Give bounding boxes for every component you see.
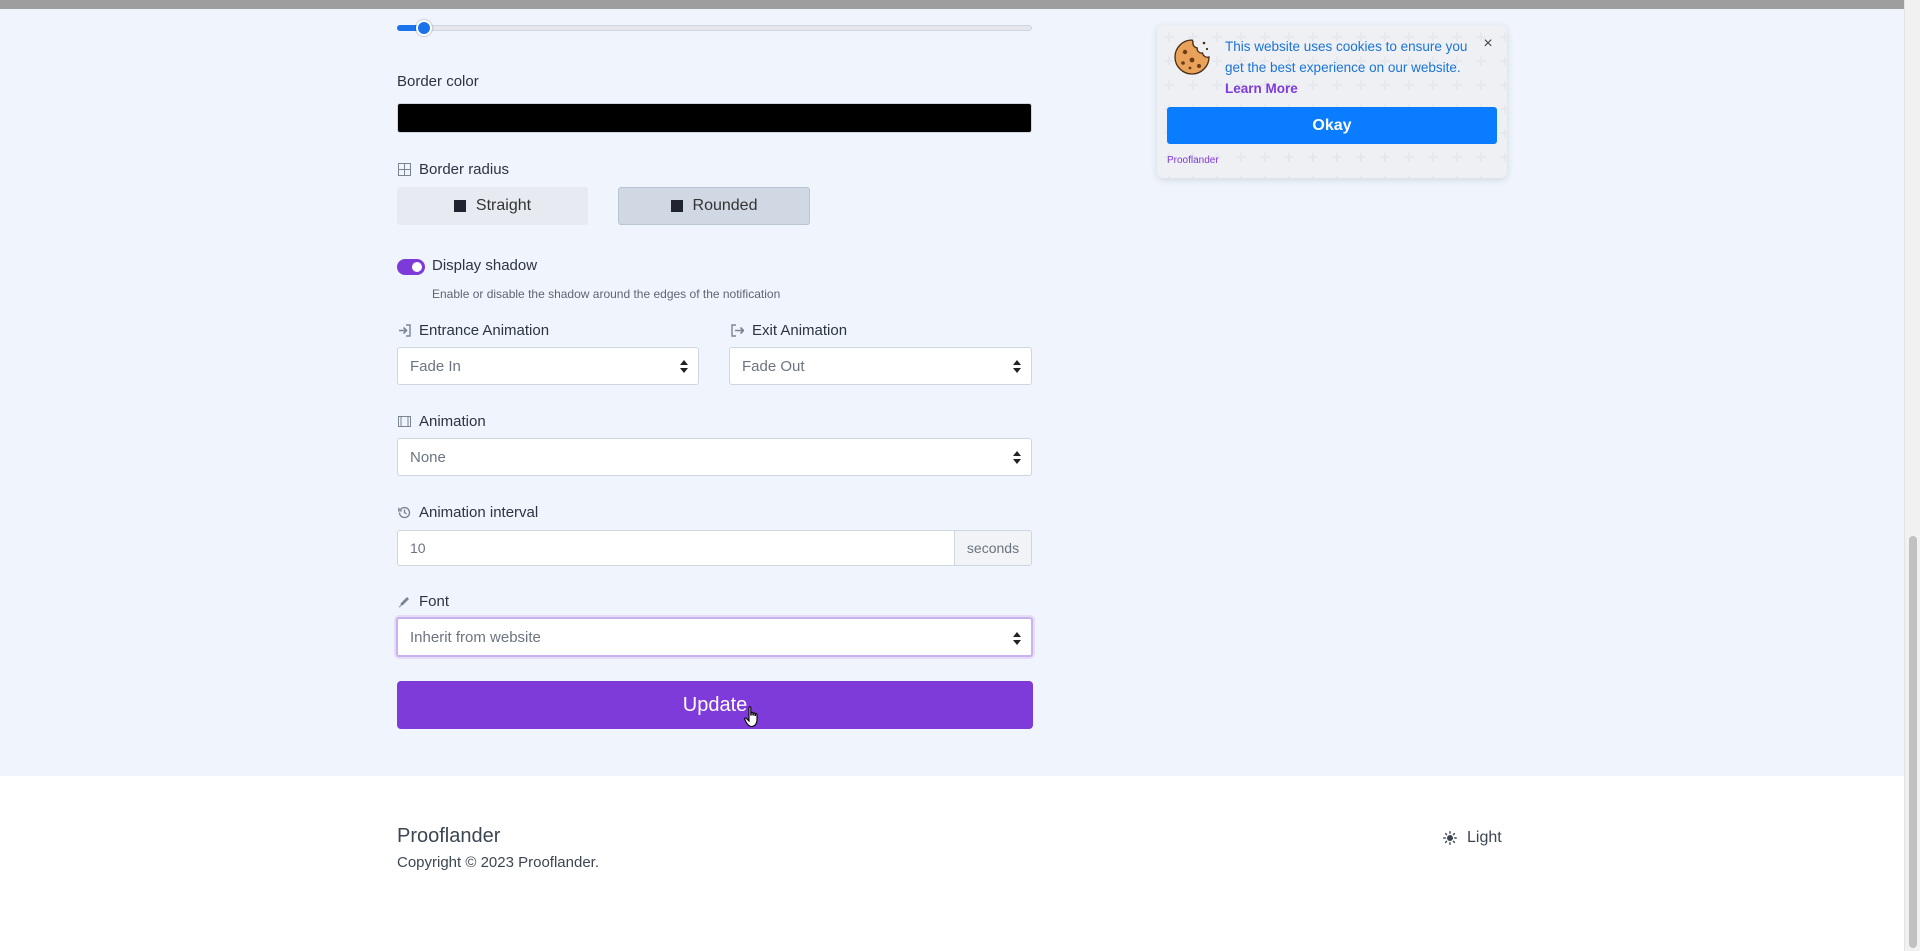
entrance-animation-select[interactable]: Fade In bbox=[397, 347, 699, 385]
border-radius-straight-button[interactable]: Straight bbox=[397, 187, 588, 225]
top-strip bbox=[0, 0, 1920, 9]
exit-animation-label-text: Exit Animation bbox=[752, 322, 848, 339]
animation-label-text: Animation bbox=[419, 413, 486, 430]
footer-copyright: Copyright © 2023 Prooflander. bbox=[397, 854, 600, 871]
font-label-text: Font bbox=[419, 593, 450, 610]
border-color-input[interactable] bbox=[397, 103, 1032, 133]
entrance-animation-value: Fade In bbox=[410, 357, 461, 375]
cookie-icon bbox=[1174, 39, 1210, 75]
history-icon bbox=[397, 506, 411, 520]
rounded-label: Rounded bbox=[692, 197, 758, 214]
select-caret-icon bbox=[680, 359, 688, 375]
exit-animation-value: Fade Out bbox=[742, 357, 805, 375]
slider-thumb[interactable] bbox=[416, 20, 432, 36]
cookie-message: This website uses cookies to ensure you … bbox=[1225, 36, 1483, 99]
sun-icon bbox=[1443, 831, 1457, 845]
cookie-message-text: This website uses cookies to ensure you … bbox=[1225, 39, 1468, 75]
film-icon bbox=[397, 415, 411, 429]
cookie-brand-link[interactable]: Prooflander bbox=[1167, 155, 1219, 166]
cookie-okay-button[interactable]: Okay bbox=[1167, 107, 1497, 144]
select-caret-icon bbox=[1013, 359, 1021, 375]
slider-track bbox=[397, 25, 1032, 31]
display-shadow-label: Display shadow bbox=[432, 257, 537, 274]
display-shadow-toggle[interactable] bbox=[397, 259, 425, 275]
cookie-notification: This website uses cookies to ensure you … bbox=[1157, 25, 1507, 178]
border-radius-label: Border radius bbox=[397, 161, 509, 178]
font-value: Inherit from website bbox=[410, 628, 541, 646]
footer-brand: Prooflander bbox=[397, 825, 501, 847]
square-icon bbox=[670, 200, 683, 212]
animation-interval-value: 10 bbox=[410, 540, 426, 556]
learn-more-link[interactable]: Learn More bbox=[1225, 81, 1298, 96]
select-caret-icon bbox=[1013, 631, 1021, 647]
cookie-okay-label: Okay bbox=[1312, 116, 1352, 134]
pen-icon bbox=[397, 595, 411, 609]
sign-in-icon bbox=[397, 324, 411, 338]
theme-toggle-label: Light bbox=[1467, 829, 1502, 846]
sign-out-icon bbox=[730, 324, 744, 338]
square-icon bbox=[453, 200, 466, 212]
scrollbar-thumb[interactable] bbox=[1909, 536, 1917, 948]
border-radius-icon bbox=[397, 163, 411, 177]
animation-interval-input[interactable]: 10 bbox=[397, 530, 954, 566]
update-button[interactable]: Update bbox=[397, 681, 1033, 729]
border-color-label-text: Border color bbox=[397, 73, 479, 90]
display-shadow-help: Enable or disable the shadow around the … bbox=[432, 287, 781, 301]
display-shadow-label-text: Display shadow bbox=[432, 257, 538, 274]
animation-interval-label-text: Animation interval bbox=[419, 504, 539, 521]
footer bbox=[0, 776, 1904, 951]
size-slider[interactable] bbox=[397, 20, 1032, 36]
animation-select[interactable]: None bbox=[397, 438, 1032, 476]
border-color-label: Border color bbox=[397, 73, 479, 90]
select-caret-icon bbox=[1013, 450, 1021, 466]
animation-interval-label: Animation interval bbox=[397, 504, 538, 521]
border-radius-rounded-button[interactable]: Rounded bbox=[618, 187, 810, 225]
hand-cursor-icon bbox=[744, 706, 758, 728]
exit-animation-select[interactable]: Fade Out bbox=[729, 347, 1032, 385]
font-select[interactable]: Inherit from website bbox=[396, 617, 1033, 657]
page-scrollbar[interactable] bbox=[1904, 0, 1920, 951]
border-radius-label-text: Border radius bbox=[419, 161, 510, 178]
animation-interval-group: 10 seconds bbox=[397, 530, 1032, 566]
theme-toggle-button[interactable]: Light bbox=[1443, 829, 1502, 847]
entrance-animation-label: Entrance Animation bbox=[397, 322, 549, 339]
straight-label: Straight bbox=[475, 197, 532, 214]
animation-label: Animation bbox=[397, 413, 486, 430]
animation-value: None bbox=[410, 448, 446, 466]
seconds-addon: seconds bbox=[954, 530, 1032, 566]
entrance-animation-label-text: Entrance Animation bbox=[419, 322, 550, 339]
exit-animation-label: Exit Animation bbox=[730, 322, 847, 339]
update-button-label: Update bbox=[682, 693, 748, 716]
close-icon[interactable]: × bbox=[1481, 36, 1495, 52]
font-label: Font bbox=[397, 593, 449, 610]
